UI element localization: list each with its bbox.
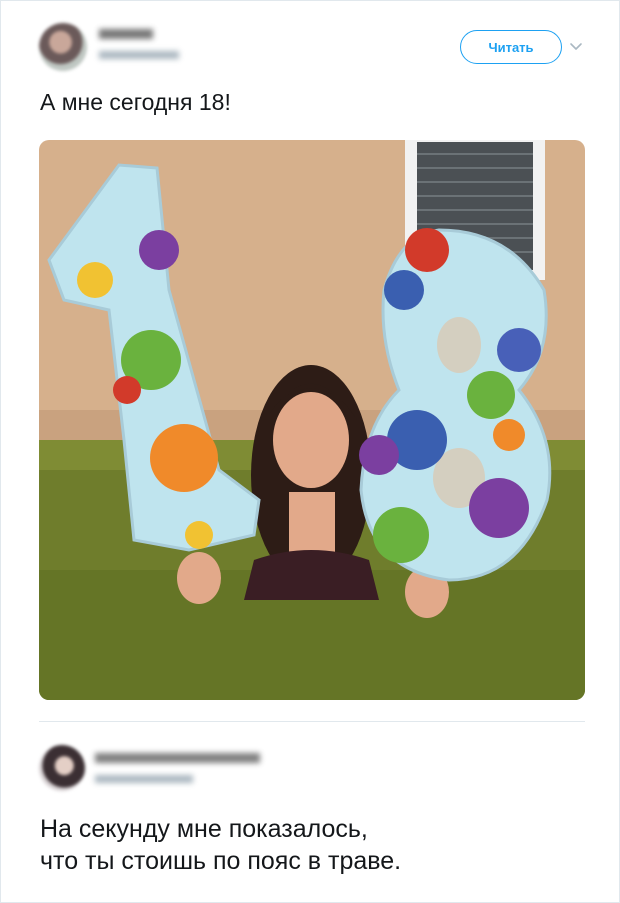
reply-author-name-blurred[interactable] bbox=[95, 753, 260, 763]
reply-author-handle-blurred[interactable] bbox=[95, 775, 193, 783]
tweet-photo[interactable] bbox=[39, 140, 585, 700]
reply-header bbox=[39, 743, 584, 793]
tweet-header: Читать bbox=[39, 21, 584, 73]
author-name-blurred[interactable] bbox=[99, 29, 153, 39]
follow-button[interactable]: Читать bbox=[460, 30, 562, 64]
divider bbox=[39, 721, 585, 722]
reply-text-line-2: что ты стоишь по пояс в траве. bbox=[40, 847, 402, 875]
tweet-card: Читать А мне сегодня 18! На секунду мне … bbox=[0, 0, 620, 903]
reply-author-avatar[interactable] bbox=[39, 745, 85, 791]
reply-text-line-1: На секунду мне показалось, bbox=[40, 815, 368, 843]
chevron-down-icon[interactable] bbox=[569, 39, 583, 53]
photo-illustration bbox=[39, 140, 585, 700]
reply-text: На секунду мне показалось, что ты стоишь… bbox=[40, 813, 580, 877]
author-avatar[interactable] bbox=[39, 23, 87, 71]
author-handle-blurred[interactable] bbox=[99, 51, 179, 59]
tweet-text: А мне сегодня 18! bbox=[40, 89, 231, 115]
